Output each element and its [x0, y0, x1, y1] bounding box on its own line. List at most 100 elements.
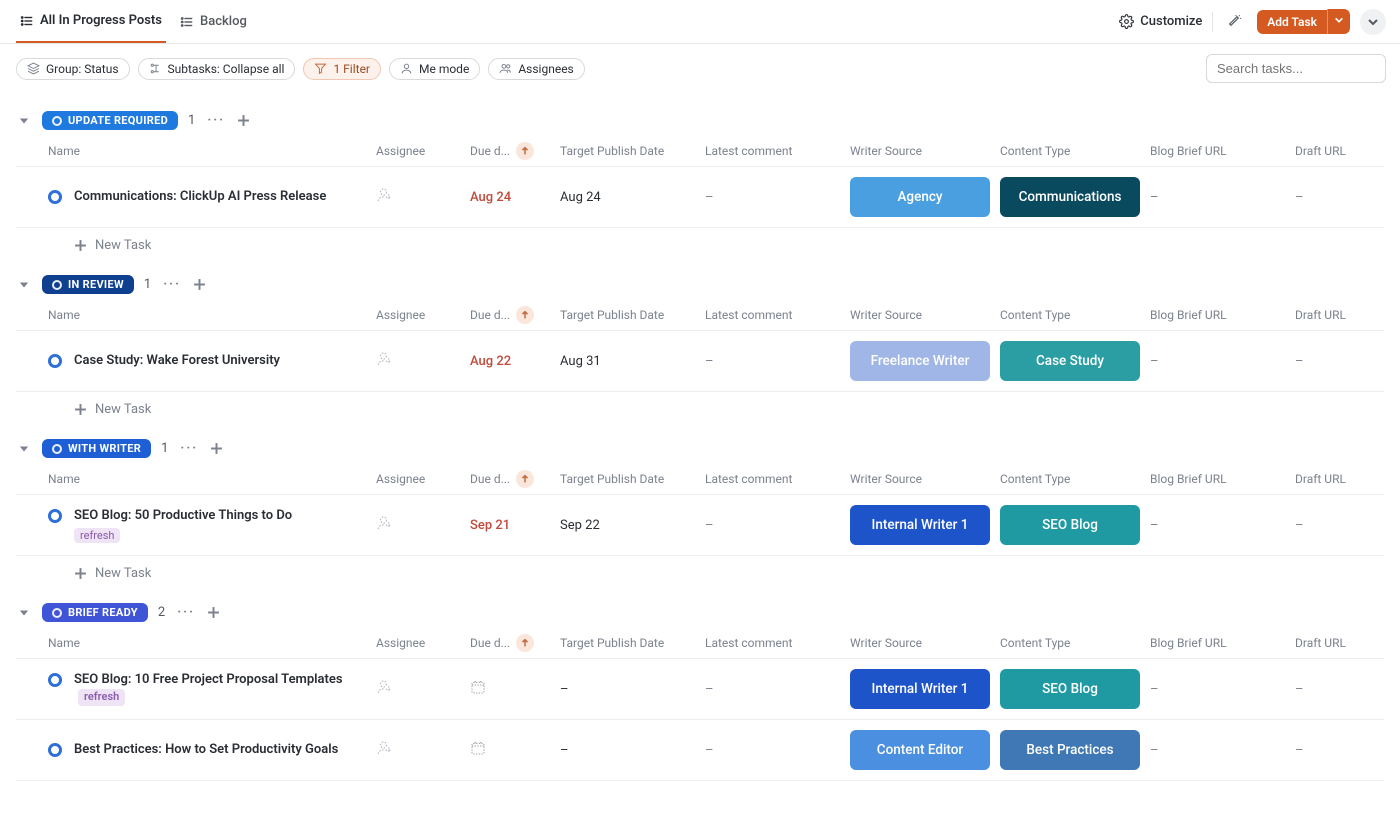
content-type[interactable]: Case Study: [1000, 341, 1150, 381]
col-latest-comment[interactable]: Latest comment: [705, 144, 850, 158]
sort-ascending-icon[interactable]: [516, 634, 534, 652]
tag-refresh[interactable]: refresh: [74, 528, 120, 543]
new-task-button[interactable]: New Task: [16, 556, 1384, 585]
draft-url[interactable]: –: [1295, 518, 1400, 533]
chip-filter[interactable]: 1 Filter: [303, 58, 381, 80]
content-type[interactable]: Communications: [1000, 177, 1150, 217]
add-task-button[interactable]: Add Task: [1257, 10, 1327, 34]
collapse-toggle[interactable]: [16, 113, 32, 129]
col-assignee[interactable]: Assignee: [376, 636, 470, 650]
tab-all-in-progress[interactable]: All In Progress Posts: [16, 0, 166, 43]
task-row[interactable]: Communications: ClickUp AI Press Release…: [16, 167, 1384, 228]
sort-ascending-icon[interactable]: [516, 142, 534, 160]
tab-backlog[interactable]: Backlog: [176, 0, 251, 43]
writer-source[interactable]: Agency: [850, 177, 1000, 217]
chip-assignees[interactable]: Assignees: [488, 58, 584, 80]
assign-user-icon[interactable]: [376, 678, 394, 696]
chip-me-mode[interactable]: Me mode: [389, 58, 480, 80]
task-row[interactable]: SEO Blog: 50 Productive Things to Dorefr…: [16, 495, 1384, 556]
status-pill[interactable]: BRIEF READY: [42, 603, 148, 622]
magic-wand-button[interactable]: [1223, 10, 1247, 34]
content-type[interactable]: SEO Blog: [1000, 669, 1150, 709]
col-writer-source[interactable]: Writer Source: [850, 144, 1000, 158]
blog-brief-url[interactable]: –: [1150, 518, 1295, 533]
col-content-type[interactable]: Content Type: [1000, 308, 1150, 322]
col-draft-url[interactable]: Draft URL: [1295, 472, 1400, 486]
sort-ascending-icon[interactable]: [516, 306, 534, 324]
latest-comment[interactable]: –: [705, 518, 850, 533]
due-date[interactable]: Aug 22: [470, 354, 560, 369]
assign-user-icon[interactable]: [376, 514, 394, 532]
latest-comment[interactable]: –: [705, 743, 850, 758]
col-content-type[interactable]: Content Type: [1000, 636, 1150, 650]
calendar-icon[interactable]: [470, 679, 486, 695]
target-publish-date[interactable]: –: [560, 743, 705, 758]
status-indicator-icon[interactable]: [48, 509, 62, 523]
col-writer-source[interactable]: Writer Source: [850, 308, 1000, 322]
blog-brief-url[interactable]: –: [1150, 743, 1295, 758]
col-writer-source[interactable]: Writer Source: [850, 636, 1000, 650]
due-date[interactable]: [470, 740, 560, 760]
latest-comment[interactable]: –: [705, 354, 850, 369]
group-more-menu[interactable]: ···: [205, 113, 227, 128]
writer-source[interactable]: Internal Writer 1: [850, 669, 1000, 709]
group-add-task[interactable]: [210, 442, 223, 455]
col-assignee[interactable]: Assignee: [376, 308, 470, 322]
draft-url[interactable]: –: [1295, 190, 1400, 205]
col-name[interactable]: Name: [48, 308, 376, 322]
col-target[interactable]: Target Publish Date: [560, 308, 705, 322]
writer-source[interactable]: Freelance Writer: [850, 341, 1000, 381]
col-assignee[interactable]: Assignee: [376, 144, 470, 158]
col-due[interactable]: Due d...: [470, 306, 560, 324]
search-input[interactable]: [1206, 54, 1386, 83]
group-more-menu[interactable]: ···: [161, 277, 183, 292]
draft-url[interactable]: –: [1295, 743, 1400, 758]
target-publish-date[interactable]: Aug 31: [560, 354, 705, 369]
assign-user-icon[interactable]: [376, 739, 394, 757]
status-pill[interactable]: UPDATE REQUIRED: [42, 111, 178, 130]
add-task-dropdown[interactable]: [1327, 9, 1350, 34]
chip-group[interactable]: Group: Status: [16, 58, 130, 80]
col-name[interactable]: Name: [48, 636, 376, 650]
task-row[interactable]: SEO Blog: 10 Free Project Proposal Templ…: [16, 659, 1384, 720]
col-blog-brief-url[interactable]: Blog Brief URL: [1150, 144, 1295, 158]
latest-comment[interactable]: –: [705, 682, 850, 697]
col-target[interactable]: Target Publish Date: [560, 472, 705, 486]
status-pill[interactable]: IN REVIEW: [42, 275, 134, 294]
col-content-type[interactable]: Content Type: [1000, 144, 1150, 158]
chip-subtasks[interactable]: Subtasks: Collapse all: [138, 58, 296, 80]
group-add-task[interactable]: [193, 278, 206, 291]
draft-url[interactable]: –: [1295, 354, 1400, 369]
col-latest-comment[interactable]: Latest comment: [705, 636, 850, 650]
blog-brief-url[interactable]: –: [1150, 354, 1295, 369]
col-writer-source[interactable]: Writer Source: [850, 472, 1000, 486]
col-blog-brief-url[interactable]: Blog Brief URL: [1150, 472, 1295, 486]
blog-brief-url[interactable]: –: [1150, 190, 1295, 205]
target-publish-date[interactable]: –: [560, 682, 705, 697]
target-publish-date[interactable]: Aug 24: [560, 190, 705, 205]
col-draft-url[interactable]: Draft URL: [1295, 308, 1400, 322]
col-due[interactable]: Due d...: [470, 142, 560, 160]
group-add-task[interactable]: [207, 606, 220, 619]
col-target[interactable]: Target Publish Date: [560, 144, 705, 158]
status-indicator-icon[interactable]: [48, 354, 62, 368]
col-name[interactable]: Name: [48, 472, 376, 486]
col-name[interactable]: Name: [48, 144, 376, 158]
col-due[interactable]: Due d...: [470, 634, 560, 652]
tag-refresh[interactable]: refresh: [78, 689, 125, 706]
customize-button[interactable]: Customize: [1119, 14, 1202, 29]
content-type[interactable]: Best Practices: [1000, 730, 1150, 770]
more-menu-button[interactable]: [1360, 9, 1386, 35]
collapse-toggle[interactable]: [16, 441, 32, 457]
status-indicator-icon[interactable]: [48, 673, 62, 687]
col-draft-url[interactable]: Draft URL: [1295, 636, 1400, 650]
group-more-menu[interactable]: ···: [175, 605, 197, 620]
target-publish-date[interactable]: Sep 22: [560, 518, 705, 533]
sort-ascending-icon[interactable]: [516, 470, 534, 488]
new-task-button[interactable]: New Task: [16, 392, 1384, 421]
collapse-toggle[interactable]: [16, 277, 32, 293]
calendar-icon[interactable]: [470, 740, 486, 756]
blog-brief-url[interactable]: –: [1150, 682, 1295, 697]
latest-comment[interactable]: –: [705, 190, 850, 205]
assign-user-icon[interactable]: [376, 186, 394, 204]
